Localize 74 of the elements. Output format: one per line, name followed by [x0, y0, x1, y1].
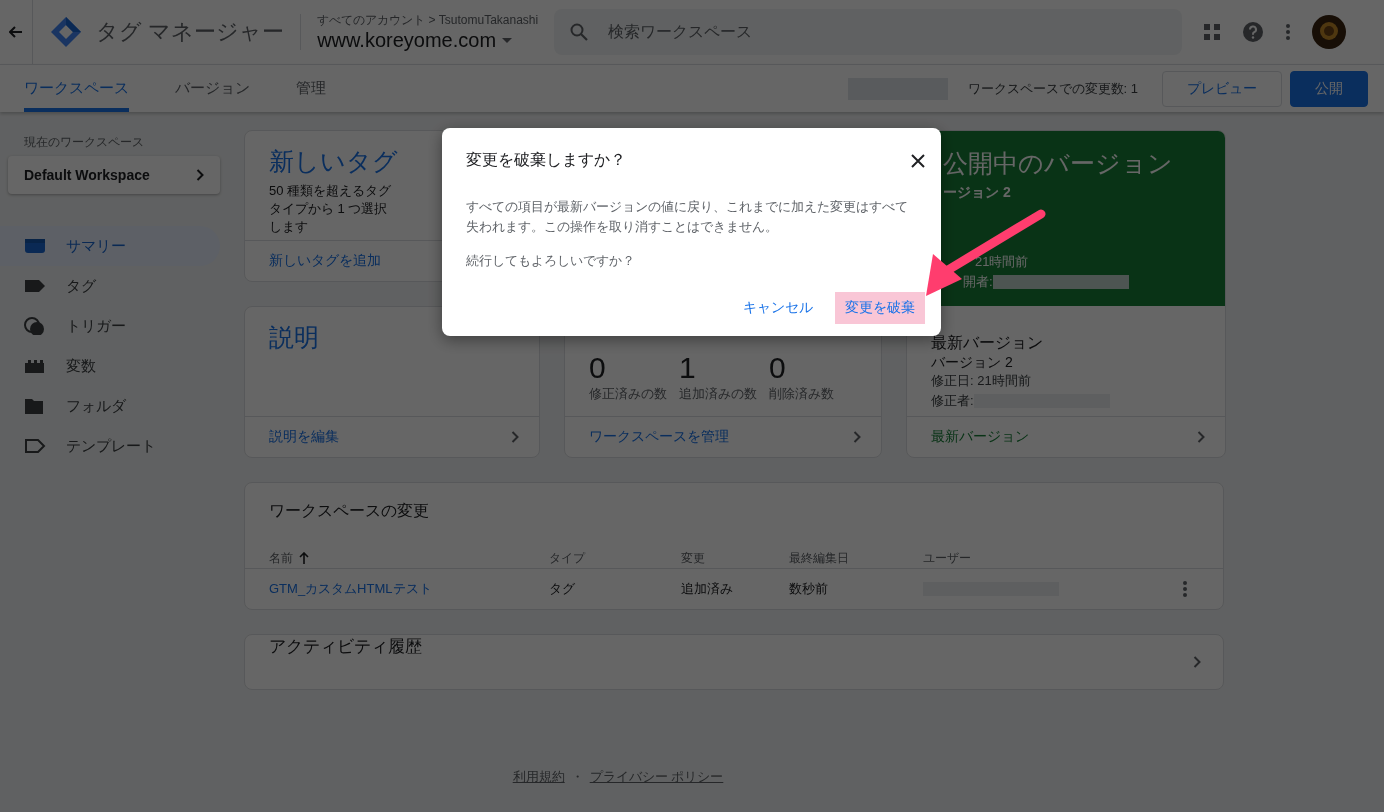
- nav-item[interactable]: 変数: [0, 346, 220, 386]
- variable-icon: [24, 357, 46, 375]
- avatar-icon[interactable]: [1312, 15, 1347, 49]
- preview-button[interactable]: プレビュー: [1162, 70, 1282, 107]
- search-icon: [570, 23, 589, 41]
- changes-count: ワークスペースでの変更数: 1: [967, 79, 1138, 98]
- tab[interactable]: ワークスペース: [24, 65, 129, 112]
- tag-manager-logo-icon: [50, 16, 82, 48]
- product-name: タグ マネージャー: [96, 14, 302, 50]
- stat-label: 追加済みの数: [679, 385, 757, 403]
- column-header[interactable]: 変更: [681, 548, 789, 569]
- version-number: バージョン 2: [931, 354, 1013, 372]
- nav-item[interactable]: トリガー: [0, 306, 220, 346]
- dialog-message: すべての項目が最新バージョンの値に戻り、これまでに加えた変更はすべて失われます。この操作を取り消すことはできません。: [466, 199, 909, 236]
- table-cell-text: タグ: [549, 580, 576, 598]
- card-link[interactable]: 説明を編集: [245, 416, 539, 457]
- stat-value: 0: [769, 351, 787, 385]
- card-link[interactable]: ワークスペースを管理: [565, 416, 881, 457]
- section-title: 最新バージョン: [931, 333, 1043, 353]
- card-description: 50 種類を超えるタグタイプから 1 つ選択します: [268, 182, 393, 236]
- dialog-title: 変更を破棄しますか？: [466, 150, 626, 170]
- publisher-label: 開者:: [963, 273, 993, 291]
- column-header[interactable]: タイプ: [549, 548, 681, 569]
- table-cell-text: 追加済み: [681, 580, 734, 598]
- footer-link[interactable]: 利用規約: [512, 768, 565, 786]
- dropdown-caret-icon[interactable]: [502, 37, 513, 44]
- workspace-selector[interactable]: Default Workspace: [8, 156, 220, 194]
- card-title: 公開中のバージョン: [943, 148, 1173, 179]
- activity-card[interactable]: アクティビティ履歴: [244, 634, 1224, 690]
- stat-value: 0: [589, 351, 607, 385]
- stat-value: 1: [679, 351, 697, 385]
- table-cell[interactable]: GTM_カスタムHTMLテスト: [245, 569, 549, 609]
- stat-label: 削除済み数: [769, 385, 834, 403]
- template-icon: [24, 437, 46, 455]
- column-header[interactable]: ユーザー: [923, 548, 1183, 569]
- separator: ・: [570, 768, 584, 786]
- publish-button[interactable]: 公開: [1290, 70, 1368, 107]
- chevron-right-icon: [1193, 656, 1201, 668]
- tag-icon: [24, 277, 46, 295]
- editor-label: 修正者:: [931, 392, 974, 410]
- back-arrow-icon[interactable]: [9, 26, 23, 38]
- chevron-right-icon: [853, 431, 861, 443]
- more-vert-icon[interactable]: [1286, 24, 1291, 40]
- summary-icon: [24, 237, 46, 255]
- nav-item[interactable]: タグ: [0, 266, 220, 306]
- help-icon[interactable]: [1242, 21, 1265, 43]
- tab[interactable]: 管理: [296, 65, 326, 112]
- card-title: ワークスペースの変更: [268, 501, 430, 521]
- more-vert-icon[interactable]: [1183, 581, 1187, 597]
- sort-up-arrow-icon: [299, 552, 309, 564]
- table-cell-text: 数秒前: [789, 580, 829, 598]
- trigger-icon: [24, 317, 46, 335]
- discard-button[interactable]: 変更を破棄: [835, 292, 925, 324]
- nav-item[interactable]: サマリー: [0, 226, 220, 266]
- folder-icon: [24, 397, 46, 415]
- chevron-right-icon: [196, 169, 204, 181]
- chevron-right-icon: [511, 431, 519, 443]
- cancel-button[interactable]: キャンセル: [733, 292, 823, 324]
- card-title: 説明: [268, 322, 320, 353]
- tab[interactable]: バージョン: [175, 65, 250, 112]
- stat-label: 修正済みの数: [589, 385, 667, 403]
- version-number: ージョン 2: [943, 184, 1011, 202]
- container-name[interactable]: www.koreyome.com: [317, 29, 497, 52]
- close-icon[interactable]: [911, 153, 925, 168]
- column-header[interactable]: 最終編集日: [789, 548, 923, 569]
- nav-item[interactable]: フォルダ: [0, 386, 220, 426]
- apps-grid-icon[interactable]: [1204, 24, 1221, 40]
- column-header[interactable]: 名前: [245, 548, 549, 569]
- card-link[interactable]: 最新バージョン: [907, 416, 1225, 457]
- chevron-right-icon: [1197, 431, 1205, 443]
- version-date: 修正日: 21時間前: [931, 372, 1031, 390]
- card-title: 新しいタグ: [268, 146, 399, 177]
- nav-item[interactable]: テンプレート: [0, 426, 220, 466]
- version-date: 21時間前: [975, 253, 1029, 271]
